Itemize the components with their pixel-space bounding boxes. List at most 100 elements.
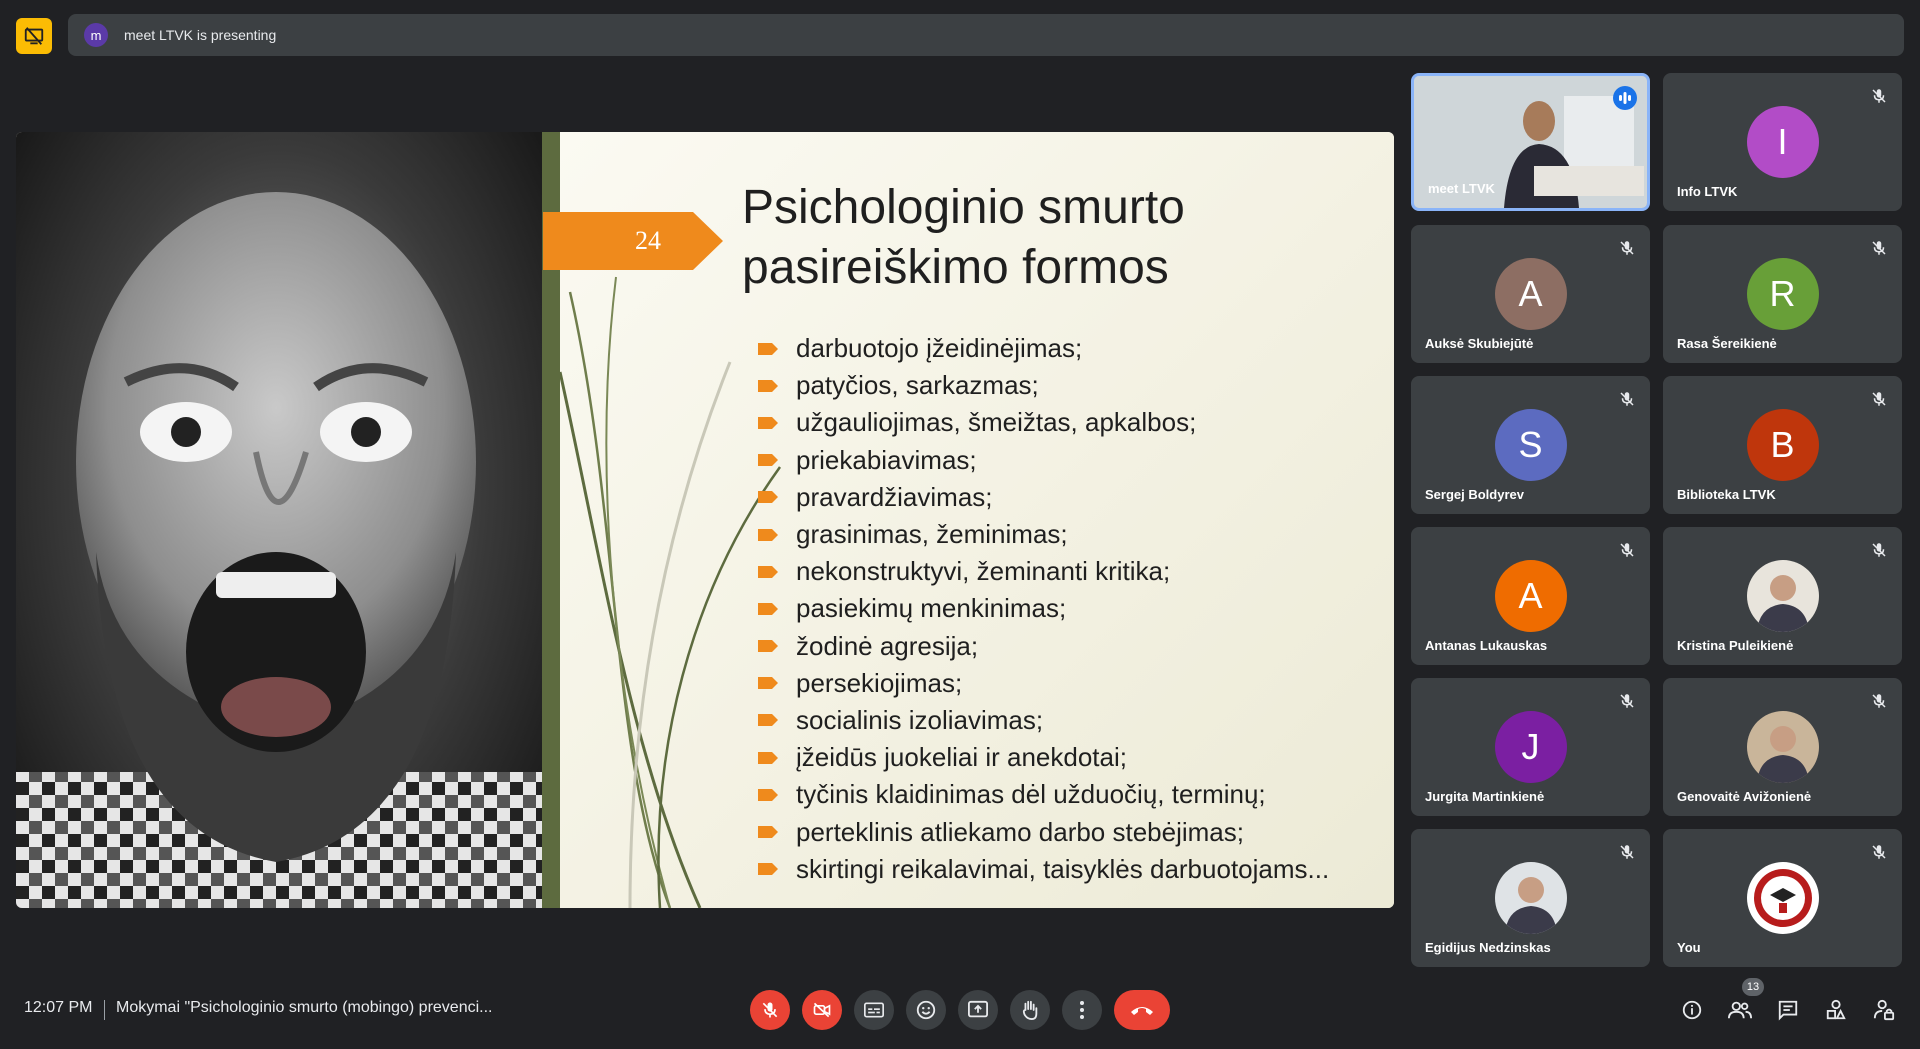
bullet-text: persekiojimas; [796, 667, 963, 698]
presenter-avatar: m [84, 23, 108, 47]
audio-level-icon [1619, 92, 1631, 104]
participant-tile[interactable]: B Biblioteka LTVK [1663, 376, 1902, 514]
mic-off-icon [1872, 89, 1886, 103]
participant-avatar: R [1746, 258, 1819, 330]
slide-title-line-1: Psichologinio smurto [742, 181, 1185, 234]
participant-tile[interactable]: S Sergej Boldyrev [1411, 376, 1650, 514]
participant-name: Jurgita Martinkienė [1425, 789, 1545, 804]
slide-title-line-2: pasireiškimo formos [742, 241, 1169, 294]
profile-photo [1504, 877, 1557, 934]
bullet-arrow-icon [758, 640, 778, 653]
bullet-text: grasinimas, žeminimas; [796, 519, 1068, 550]
school-logo-icon [1753, 869, 1812, 927]
bullet-arrow-icon [758, 491, 778, 504]
slide-bullet-item: užgauliojimas, šmeižtas, apkalbos; [758, 404, 1329, 441]
mic-off-icon [1620, 241, 1634, 255]
clock: 12:07 PM [24, 999, 93, 1016]
presenter-pill[interactable]: m meet LTVK is presenting [68, 14, 1904, 56]
present-now-button[interactable] [958, 990, 998, 1030]
hand-icon [1022, 1000, 1038, 1021]
slide-bullet-list: darbuotojo įžeidinėjimas; patyčios, sarka… [758, 330, 1329, 888]
mic-off-icon [1620, 694, 1634, 708]
bullet-arrow-icon [758, 342, 778, 355]
bullet-arrow-icon [758, 751, 778, 764]
participant-count-badge: 13 [1742, 978, 1764, 996]
bullet-text: nekonstruktyvi, žeminanti kritika; [796, 556, 1171, 587]
participant-tile[interactable]: I Info LTVK [1663, 73, 1902, 211]
participant-name: Genovaitė Avižonienė [1677, 789, 1812, 804]
slide-bullet-item: tyčinis klaidinimas dėl užduočių, termin… [758, 776, 1329, 813]
participant-tile[interactable]: A Antanas Lukauskas [1411, 527, 1650, 665]
people-button[interactable] [1728, 998, 1752, 1022]
chat-icon [1778, 1000, 1798, 1021]
participant-avatar: A [1494, 560, 1567, 632]
meeting-title: Mokymai "Psichologinio smurto (mobingo) … [116, 999, 493, 1016]
bullet-arrow-icon [758, 416, 778, 429]
lock-person-icon [1873, 999, 1895, 1021]
leave-call-button[interactable] [1114, 990, 1170, 1030]
slide-bullet-item: pravardžiavimas; [758, 479, 1329, 516]
participant-avatar: B [1746, 409, 1819, 481]
camera-toggle-button[interactable] [802, 990, 842, 1030]
participant-tile[interactable]: A Auksė Skubiejūtė [1411, 225, 1650, 363]
participant-avatar [1494, 862, 1567, 934]
slide-bullet-item: socialinis izoliavimas; [758, 702, 1329, 739]
captions-button[interactable] [854, 990, 894, 1030]
reactions-button[interactable] [906, 990, 946, 1030]
bullet-arrow-icon [758, 528, 778, 541]
chat-button[interactable] [1776, 998, 1800, 1022]
slide-bullet-item: patyčios, sarkazmas; [758, 367, 1329, 404]
presenting-text: meet LTVK is presenting [124, 27, 277, 43]
bullet-text: žodinė agresija; [796, 630, 979, 661]
bullet-text: užgauliojimas, šmeižtas, apkalbos; [796, 407, 1197, 438]
slide-title: Psichologinio smurto pasireiškimo formos [742, 178, 1362, 298]
participant-avatar: J [1494, 711, 1567, 783]
microphone-toggle-button[interactable] [750, 990, 790, 1030]
meeting-details-button[interactable] [1680, 998, 1704, 1022]
presentation-slide: 24 Psichologinio smurto pasireiškimo for… [16, 132, 1394, 908]
slide-bullet-item: įžeidūs juokeliai ir anekdotai; [758, 739, 1329, 776]
bullet-arrow-icon [758, 565, 778, 578]
participant-tile[interactable]: Genovaitė Avižonienė [1663, 678, 1902, 816]
raise-hand-button[interactable] [1010, 990, 1050, 1030]
bullet-text: pasiekimų menkinimas; [796, 593, 1067, 624]
activities-icon [1826, 999, 1846, 1020]
participant-name: Antanas Lukauskas [1425, 638, 1548, 653]
present-off-icon [24, 27, 44, 45]
participant-tile[interactable]: You [1663, 829, 1902, 967]
host-controls-button[interactable] [1872, 998, 1896, 1022]
participant-avatar [1746, 560, 1819, 632]
slide-bullet-item: skirtingi reikalavimai, taisyklės darbuo… [758, 851, 1329, 888]
bullet-arrow-icon [758, 379, 778, 392]
closed-captions-icon [864, 1002, 884, 1018]
participant-name: Auksė Skubiejūtė [1425, 336, 1534, 351]
more-options-button[interactable] [1062, 990, 1102, 1030]
mic-off-icon [1872, 543, 1886, 557]
bullet-text: skirtingi reikalavimai, taisyklės darbuo… [796, 853, 1330, 884]
emoji-icon [916, 1000, 936, 1020]
profile-photo [1756, 726, 1809, 783]
participant-name: You [1677, 940, 1701, 955]
bullet-text: priekabiavimas; [796, 444, 977, 475]
participant-tile[interactable]: J Jurgita Martinkienė [1411, 678, 1650, 816]
activities-button[interactable] [1824, 998, 1848, 1022]
bullet-text: patyčios, sarkazmas; [796, 370, 1039, 401]
participant-tile[interactable]: Kristina Puleikienė [1663, 527, 1902, 665]
participant-name: Info LTVK [1677, 184, 1738, 199]
bullet-arrow-icon [758, 454, 778, 467]
bullet-text: darbuotojo įžeidinėjimas; [796, 333, 1083, 364]
bullet-text: pravardžiavimas; [796, 481, 993, 512]
speaking-indicator [1613, 86, 1637, 110]
present-screen-icon [968, 1000, 988, 1018]
slide-number: 24 [635, 226, 661, 255]
mic-off-icon [762, 1002, 778, 1018]
participant-name: Egidijus Nedzinskas [1425, 940, 1551, 955]
participant-tile[interactable]: R Rasa Šereikienė [1663, 225, 1902, 363]
slide-bullet-item: darbuotojo įžeidinėjimas; [758, 330, 1329, 367]
participant-tile[interactable]: Egidijus Nedzinskas [1411, 829, 1650, 967]
slide-bullet-item: priekabiavimas; [758, 442, 1329, 479]
participant-tile[interactable]: meet LTVK [1411, 73, 1650, 211]
people-icon [1728, 1001, 1752, 1019]
stop-presenting-button[interactable] [16, 18, 52, 54]
mic-off-icon [1620, 845, 1634, 859]
